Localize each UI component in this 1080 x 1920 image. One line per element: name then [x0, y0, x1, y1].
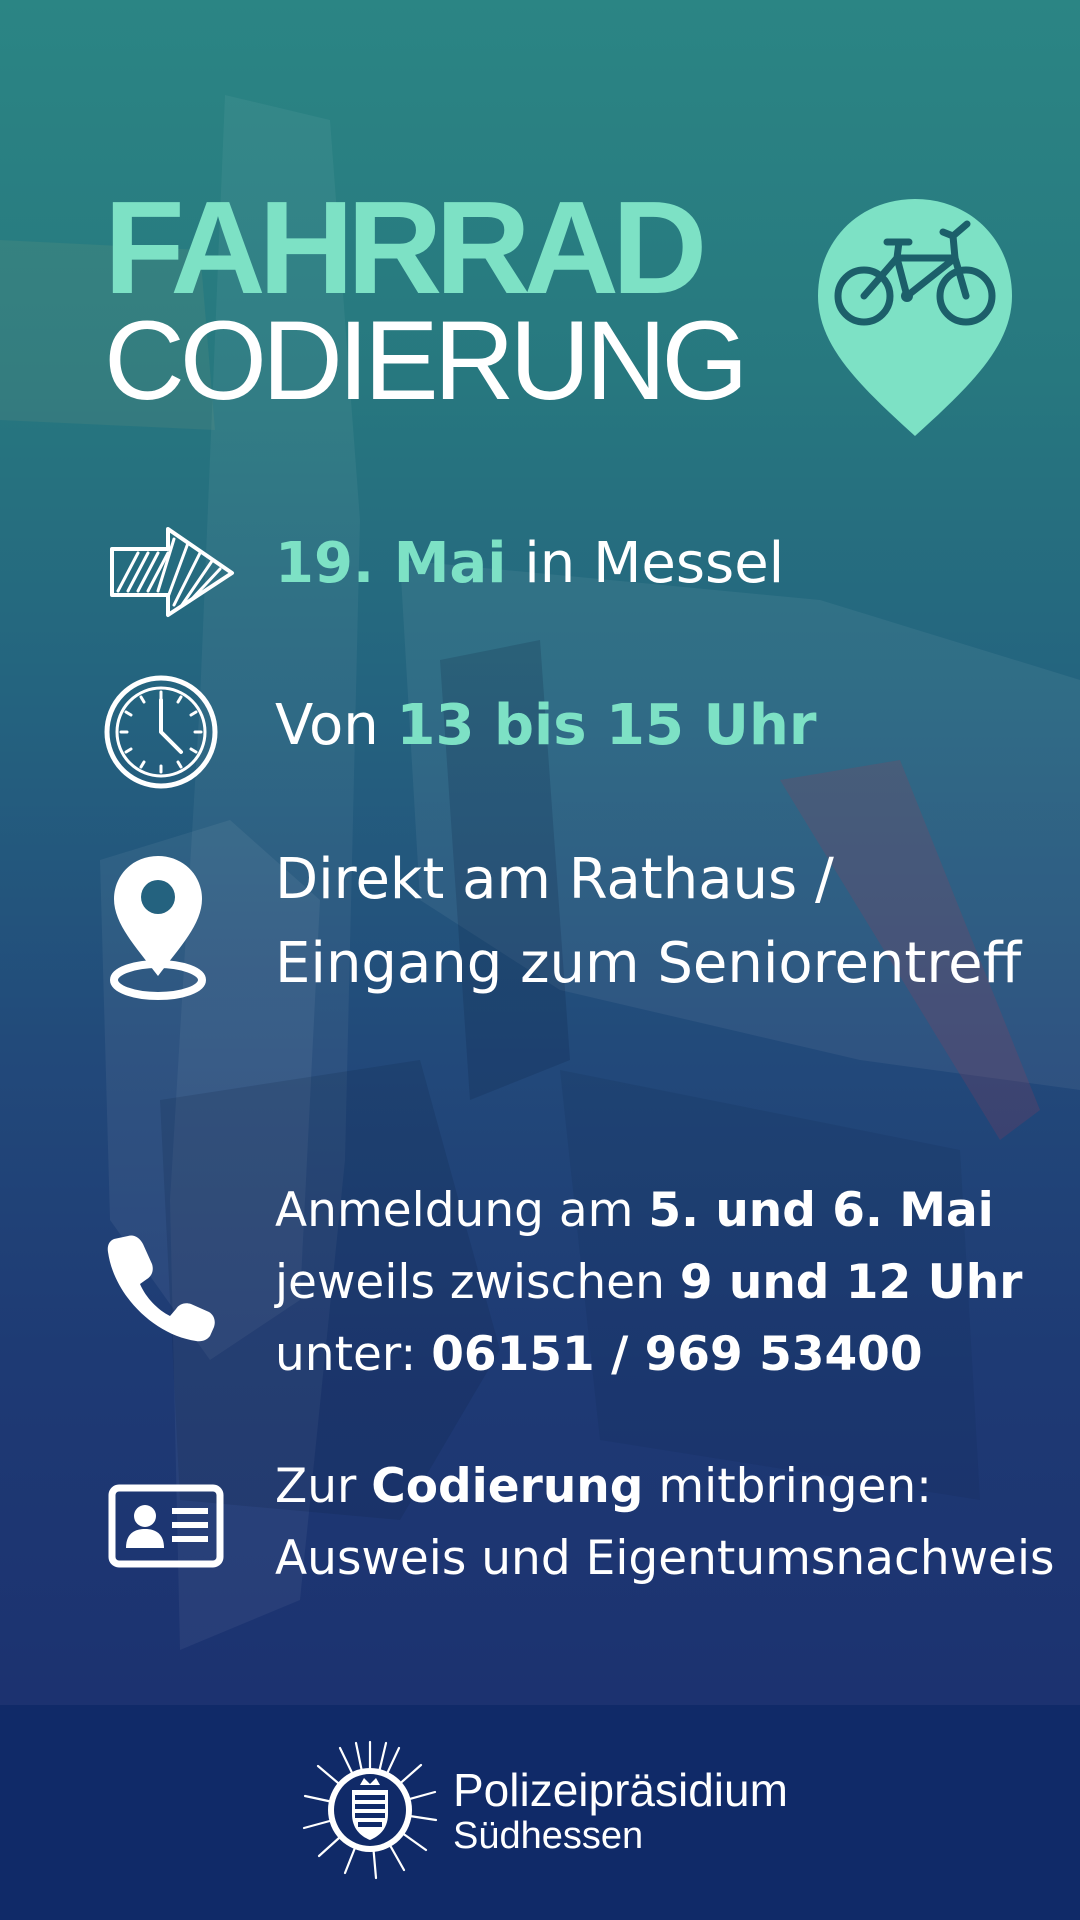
footer-organization: Polizeipräsidium Südhessen	[453, 1765, 788, 1857]
title-line-1: FAHRRAD	[104, 174, 707, 321]
event-location-line-2: Eingang zum Seniorentreff	[275, 931, 1022, 996]
bring-line-1-keyword: Codierung	[371, 1459, 644, 1514]
phone-icon	[107, 1235, 215, 1342]
location-pin-icon	[110, 856, 206, 1000]
registration-line-3: unter: 06151 / 969 53400	[275, 1319, 1022, 1391]
event-time: Von 13 bis 15 Uhr	[275, 684, 816, 768]
event-location: Direkt am Rathaus / Eingang zum Senioren…	[275, 838, 1021, 1006]
clock-icon	[104, 675, 218, 789]
bring-line-1: Zur Codierung mitbringen:	[275, 1451, 1055, 1523]
footer-organization-region: Südhessen	[453, 1815, 644, 1857]
registration-dates: 5. und 6. Mai	[648, 1183, 994, 1238]
registration-line-1: Anmeldung am 5. und 6. Mai	[275, 1175, 1022, 1247]
poster-title: FAHRRAD CODIERUNG	[104, 174, 824, 423]
registration-info: Anmeldung am 5. und 6. Mai jeweils zwisc…	[275, 1175, 1022, 1391]
registration-hours: 9 und 12 Uhr	[679, 1255, 1023, 1310]
id-card-icon	[108, 1484, 224, 1568]
bicycle-icon	[818, 199, 1012, 436]
bring-line-1-suffix: mitbringen:	[643, 1459, 932, 1514]
event-date-place: in Messel	[506, 531, 785, 596]
registration-line-3-text: unter:	[275, 1327, 432, 1382]
bring-info: Zur Codierung mitbringen: Ausweis und Ei…	[275, 1451, 1055, 1595]
bring-line-2: Ausweis und Eigentumsnachweis	[275, 1531, 1055, 1586]
event-time-range: 13 bis 15 Uhr	[396, 693, 817, 758]
title-line-2: CODIERUNG	[104, 298, 748, 423]
poster: FAHRRAD CODIERUNG 19. Mai in Messel Von …	[0, 0, 1080, 1920]
registration-line-2: jeweils zwischen 9 und 12 Uhr	[275, 1247, 1022, 1319]
event-time-prefix: Von	[275, 693, 397, 758]
registration-phone-number: 06151 / 969 53400	[431, 1327, 923, 1382]
event-date: 19. Mai in Messel	[275, 522, 784, 606]
event-date-day: 19. Mai	[275, 531, 507, 596]
police-star-icon	[302, 1740, 438, 1880]
bring-line-1-prefix: Zur	[275, 1459, 372, 1514]
event-location-line-1: Direkt am Rathaus /	[275, 847, 834, 912]
arrow-right-icon	[110, 527, 234, 617]
footer-organization-name: Polizeipräsidium	[453, 1764, 788, 1816]
registration-line-1-text: Anmeldung am	[275, 1183, 649, 1238]
registration-line-2-text: jeweils zwischen	[275, 1255, 680, 1310]
